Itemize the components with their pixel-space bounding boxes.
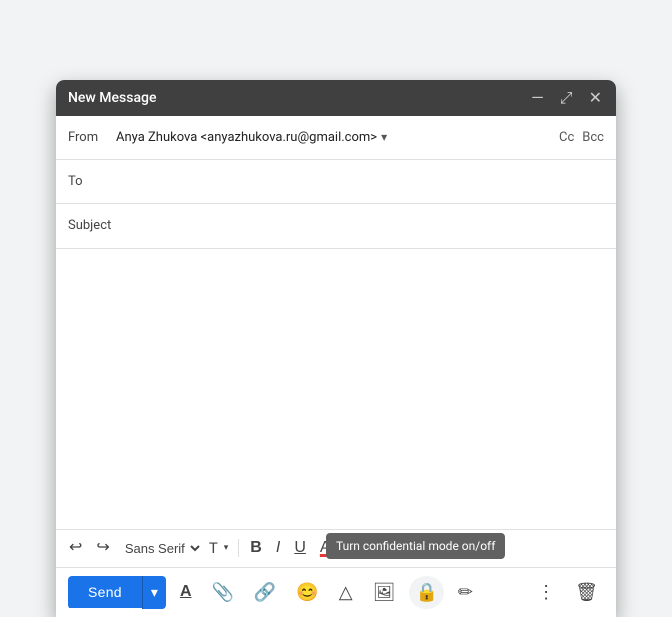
from-dropdown-arrow[interactable]: ▾: [381, 130, 387, 144]
photo-button[interactable]: 🖼: [367, 576, 402, 609]
signature-button[interactable]: ✏: [452, 576, 479, 609]
formatting-toolbar: ↩ ↪ Sans Serif T ▾ B I U A ▾ ≡ ▾ ☰ ▾: [56, 530, 616, 567]
title-bar-actions: — ⤢ ✕: [529, 88, 604, 108]
subject-row: Subject: [56, 204, 616, 248]
attach-button[interactable]: 📎: [206, 576, 240, 609]
formatting-toolbar-wrapper: ↩ ↪ Sans Serif T ▾ B I U A ▾ ≡ ▾ ☰ ▾: [56, 529, 616, 617]
drive-icon: △: [339, 582, 353, 603]
more-options-icon: ⋮: [537, 582, 555, 603]
more-options-button[interactable]: ⋮: [531, 576, 561, 609]
emoji-button[interactable]: 😊: [290, 576, 324, 609]
restore-button[interactable]: ⤢: [558, 88, 575, 108]
emoji-icon: 😊: [296, 582, 318, 603]
underline-button[interactable]: U: [289, 536, 311, 560]
bold-button[interactable]: B: [245, 536, 267, 560]
redo-button[interactable]: ↪: [91, 536, 114, 560]
text-color-button[interactable]: A ▾: [315, 536, 341, 560]
delete-icon: 🗑: [575, 582, 598, 603]
text-color-dropdown: ▾: [331, 543, 336, 553]
signature-icon: ✏: [458, 582, 473, 603]
subject-label: Subject: [68, 218, 116, 233]
photo-icon: 🖼: [373, 582, 396, 603]
send-dropdown-button[interactable]: ▾: [142, 576, 166, 609]
align-button[interactable]: ≡ ▾: [354, 536, 378, 560]
from-address-text: Anya Zhukova <anyazhukova.ru@gmail.com>: [116, 130, 377, 145]
text-format-button[interactable]: A: [174, 577, 198, 607]
list-button[interactable]: ☰ ▾: [382, 536, 411, 560]
bottom-bar: Send ▾ A 📎 🔗 😊 △ 🖼 🔒: [56, 567, 616, 617]
confidential-icon: 🔒: [415, 582, 437, 603]
send-button-group: Send ▾: [68, 576, 166, 609]
to-row: To: [56, 160, 616, 204]
link-button[interactable]: 🔗: [248, 576, 282, 609]
text-color-icon: A: [320, 540, 331, 556]
compose-window: New Message — ⤢ ✕ From Anya Zhukova <any…: [56, 80, 616, 617]
email-body[interactable]: [56, 249, 616, 529]
from-address: Anya Zhukova <anyazhukova.ru@gmail.com> …: [116, 130, 559, 145]
list-icon: ☰: [387, 540, 401, 556]
cc-button[interactable]: Cc: [559, 130, 574, 145]
font-size-dropdown[interactable]: ▾: [224, 543, 229, 553]
title-bar: New Message — ⤢ ✕: [56, 80, 616, 116]
from-label: From: [68, 130, 116, 145]
confidential-button[interactable]: 🔒: [409, 576, 443, 609]
undo-button[interactable]: ↩: [64, 536, 87, 560]
header-fields: From Anya Zhukova <anyazhukova.ru@gmail.…: [56, 116, 616, 249]
subject-input[interactable]: [116, 218, 604, 233]
delete-button[interactable]: 🗑: [569, 576, 604, 609]
drive-button[interactable]: △: [333, 576, 359, 609]
separator-1: [238, 539, 239, 557]
from-row: From Anya Zhukova <anyazhukova.ru@gmail.…: [56, 116, 616, 160]
send-button[interactable]: Send: [68, 576, 142, 608]
to-input[interactable]: [116, 174, 604, 189]
font-size-icon: T: [207, 539, 220, 557]
more-formatting-button[interactable]: ⌄: [415, 536, 438, 560]
attach-icon: 📎: [212, 582, 234, 603]
align-icon: ≡: [359, 540, 368, 556]
window-title: New Message: [68, 90, 156, 106]
separator-2: [347, 539, 348, 557]
align-dropdown: ▾: [368, 543, 373, 553]
cc-bcc: Cc Bcc: [559, 130, 604, 145]
minimize-button[interactable]: —: [529, 88, 546, 108]
format-icon: A: [180, 583, 192, 601]
font-family-select[interactable]: Sans Serif: [119, 536, 203, 561]
close-button[interactable]: ✕: [587, 88, 604, 108]
italic-button[interactable]: I: [271, 536, 285, 560]
bcc-button[interactable]: Bcc: [582, 130, 604, 145]
to-label: To: [68, 174, 116, 189]
list-dropdown: ▾: [401, 543, 406, 553]
link-icon: 🔗: [254, 582, 276, 603]
